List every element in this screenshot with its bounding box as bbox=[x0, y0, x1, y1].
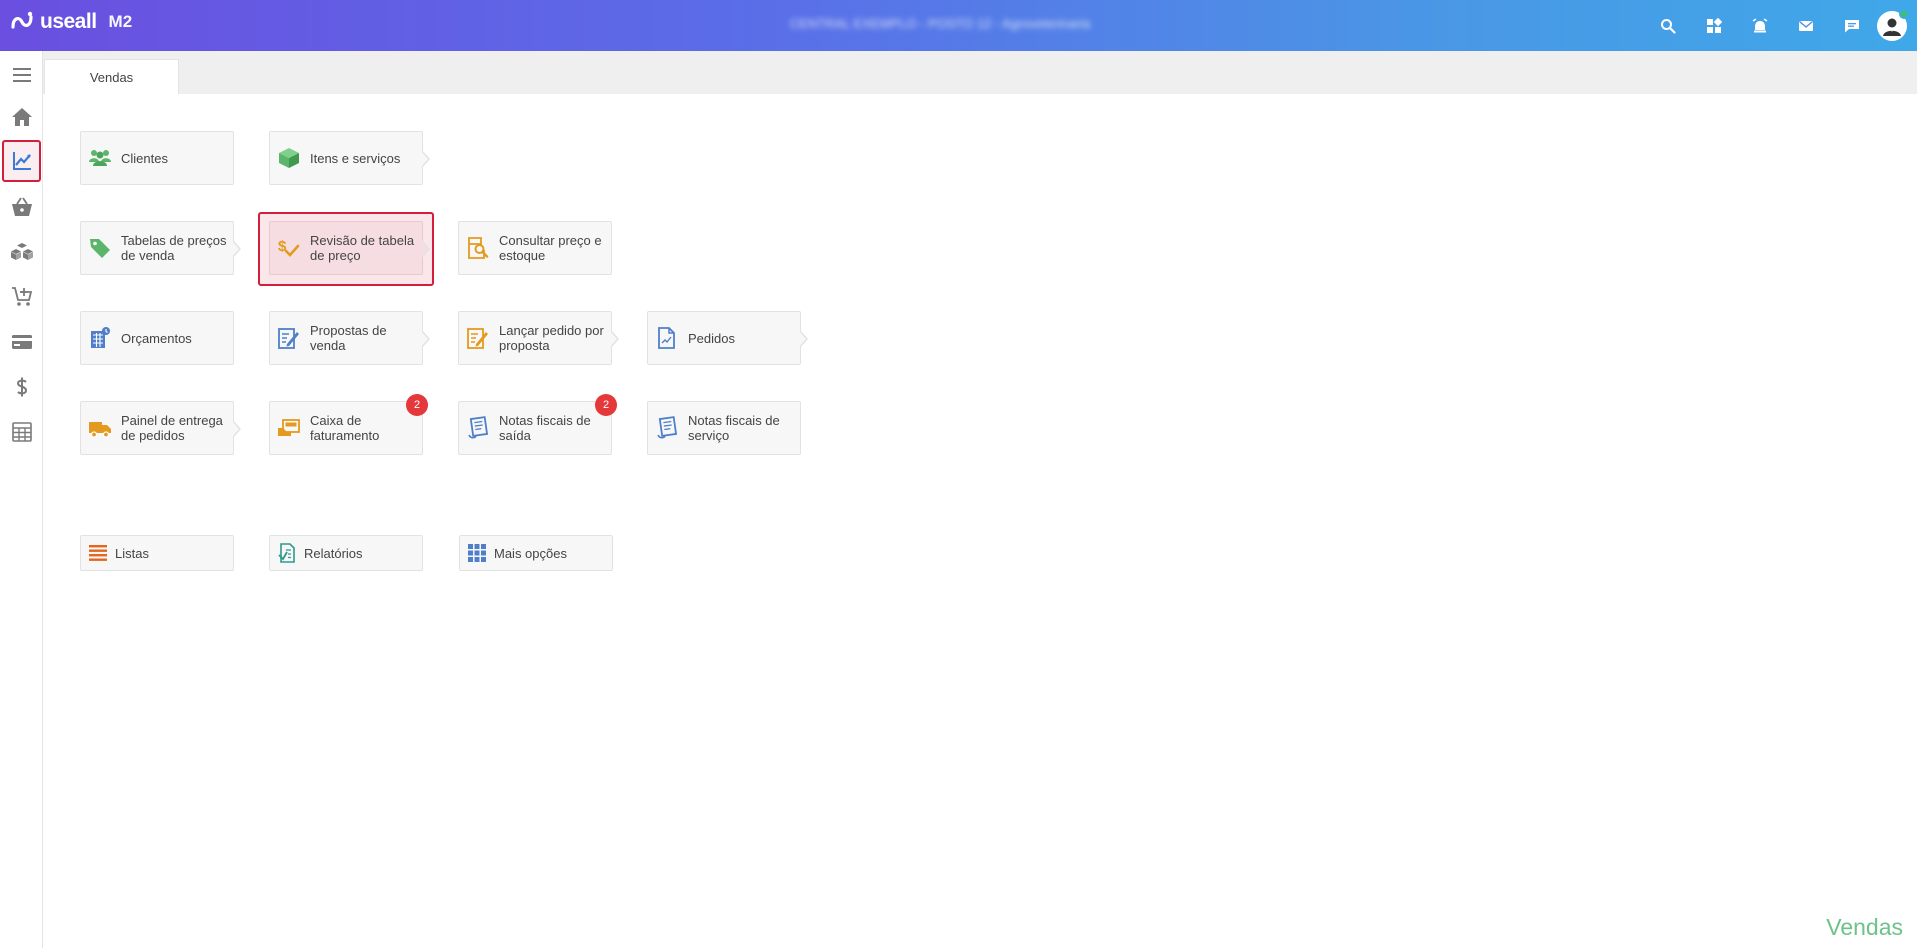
document-search-icon bbox=[465, 235, 491, 261]
tile-propostas-venda[interactable]: Propostas de venda bbox=[269, 311, 430, 365]
proposal-edit-icon bbox=[276, 325, 302, 351]
tile-nf-servico[interactable]: Notas fiscais de serviço bbox=[647, 401, 801, 455]
tile-caixa-label: Caixa de faturamento bbox=[310, 413, 380, 443]
tile-revisao-tabela[interactable]: $ Revisão de tabela de preço bbox=[269, 221, 430, 275]
calculator-icon[interactable] bbox=[2, 411, 41, 453]
tile-arrow bbox=[232, 420, 241, 438]
tile-painel-entrega[interactable]: Painel de entrega de pedidos bbox=[80, 401, 241, 455]
cart-icon[interactable] bbox=[2, 276, 41, 318]
price-review-icon: $ bbox=[276, 235, 302, 261]
tile-arrow bbox=[799, 330, 808, 348]
tile-pedidos-label: Pedidos bbox=[688, 330, 735, 346]
tile-orcamentos[interactable]: Orçamentos bbox=[80, 311, 234, 365]
order-edit-icon bbox=[465, 325, 491, 351]
tile-painel-label: Painel de entrega de pedidos bbox=[121, 413, 223, 443]
users-icon bbox=[87, 145, 113, 171]
boxes-icon[interactable] bbox=[2, 231, 41, 273]
dollar-icon[interactable] bbox=[2, 366, 41, 408]
tile-lancar-label: Lançar pedido por proposta bbox=[499, 323, 604, 353]
page-title: Vendas bbox=[1826, 914, 1903, 940]
budget-calculator-icon bbox=[87, 325, 113, 351]
tile-arrow bbox=[610, 330, 619, 348]
invoice-icon bbox=[465, 415, 491, 441]
tile-arrow bbox=[421, 240, 430, 258]
user-avatar[interactable] bbox=[1877, 8, 1909, 41]
tab-vendas[interactable]: Vendas bbox=[44, 59, 179, 94]
user-icon bbox=[1883, 18, 1901, 36]
tile-pedidos[interactable]: Pedidos bbox=[647, 311, 808, 365]
top-bar: useall M2 CENTRAL EXEMPLO - POSTO 12 - A… bbox=[0, 0, 1917, 51]
tile-consultar-preco[interactable]: Consultar preço e estoque bbox=[458, 221, 612, 275]
company-name[interactable]: CENTRAL EXEMPLO - POSTO 12 - Agroveterin… bbox=[740, 16, 1140, 31]
tile-revisao-label: Revisão de tabela de preço bbox=[310, 233, 415, 263]
apps-icon[interactable] bbox=[1691, 0, 1737, 51]
tile-listas[interactable]: Listas bbox=[80, 535, 234, 571]
tile-mais-label: Mais opções bbox=[494, 545, 567, 561]
tile-orcamentos-label: Orçamentos bbox=[121, 330, 192, 346]
notification-badge: 2 bbox=[406, 394, 428, 416]
search-icon[interactable] bbox=[1645, 0, 1691, 51]
tile-relatorios[interactable]: Relatórios bbox=[269, 535, 423, 571]
sidebar bbox=[0, 51, 43, 948]
tile-consultar-label: Consultar preço e estoque bbox=[499, 233, 602, 263]
truck-icon bbox=[87, 415, 113, 441]
list-icon bbox=[87, 542, 109, 564]
tile-propostas-label: Propostas de venda bbox=[310, 323, 387, 353]
tile-clientes[interactable]: Clientes bbox=[80, 131, 234, 185]
basket-icon[interactable] bbox=[2, 186, 41, 228]
tile-itens-servicos[interactable]: Itens e serviços bbox=[269, 131, 430, 185]
tile-nf-servico-label: Notas fiscais de serviço bbox=[688, 413, 780, 443]
service-invoice-icon bbox=[654, 415, 680, 441]
version-label: M2 bbox=[108, 12, 133, 31]
tile-caixa-faturamento[interactable]: Caixa de faturamento 2 bbox=[269, 394, 428, 455]
logo-mark-icon bbox=[11, 11, 33, 29]
app-logo[interactable]: useall M2 bbox=[10, 10, 132, 34]
home-icon[interactable] bbox=[2, 96, 41, 138]
tile-listas-label: Listas bbox=[115, 545, 149, 561]
tile-mais-opcoes[interactable]: Mais opções bbox=[459, 535, 613, 571]
card-icon[interactable] bbox=[2, 321, 41, 363]
tile-lancar-pedido[interactable]: Lançar pedido por proposta bbox=[458, 311, 619, 365]
alarm-icon[interactable] bbox=[1737, 0, 1783, 51]
price-tag-icon bbox=[87, 235, 113, 261]
tile-relatorios-label: Relatórios bbox=[304, 545, 363, 561]
tile-itens-label: Itens e serviços bbox=[310, 150, 401, 166]
chat-icon[interactable] bbox=[1829, 0, 1875, 51]
online-status-dot bbox=[1899, 8, 1909, 19]
report-icon bbox=[276, 542, 298, 564]
notification-badge: 2 bbox=[595, 394, 617, 416]
tab-strip: Vendas bbox=[43, 51, 1917, 94]
mail-icon[interactable] bbox=[1783, 0, 1829, 51]
tile-arrow bbox=[232, 240, 241, 258]
tile-arrow bbox=[421, 330, 430, 348]
box-icon bbox=[276, 145, 302, 171]
tile-tabelas-precos[interactable]: Tabelas de preços de venda bbox=[80, 221, 241, 275]
cash-register-icon bbox=[276, 415, 302, 441]
tile-nf-saida[interactable]: Notas fiscais de saída 2 bbox=[458, 394, 617, 455]
order-document-icon bbox=[654, 325, 680, 351]
chart-icon[interactable] bbox=[2, 140, 41, 182]
tile-arrow bbox=[421, 150, 430, 168]
tile-tabelas-label: Tabelas de preços de venda bbox=[121, 233, 227, 263]
tile-clientes-label: Clientes bbox=[121, 150, 168, 166]
brand-name: useall bbox=[40, 10, 97, 33]
grid-icon bbox=[466, 542, 488, 564]
menu-icon[interactable] bbox=[2, 54, 41, 96]
tile-nf-saida-label: Notas fiscais de saída bbox=[499, 413, 591, 443]
